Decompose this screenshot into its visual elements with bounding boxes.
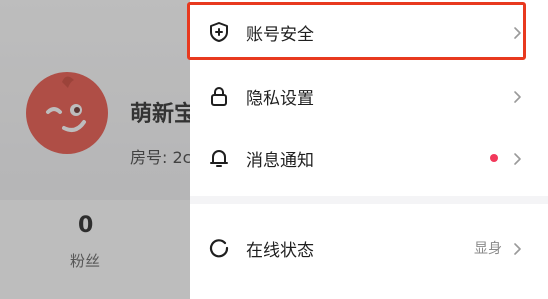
overlay-dim[interactable]: [0, 0, 190, 299]
menu-item-notifications[interactable]: 消息通知: [190, 134, 530, 182]
chevron-right-icon: [510, 241, 524, 255]
menu-item-online-status[interactable]: 在线状态 显身: [190, 224, 530, 272]
chevron-right-icon: [510, 25, 524, 39]
menu-item-label: 在线状态: [246, 240, 314, 261]
settings-drawer: 账号安全 隐私设置 消息通知 在线状态 显身: [190, 0, 548, 299]
shield-plus-icon: [208, 21, 230, 43]
unread-dot: [490, 154, 498, 162]
online-status-value: 显身: [474, 241, 502, 257]
menu-item-privacy-settings[interactable]: 隐私设置: [190, 72, 530, 120]
status-ring-icon: [208, 237, 230, 259]
menu-item-label: 消息通知: [246, 150, 314, 171]
chevron-right-icon: [510, 89, 524, 103]
menu-item-label: 隐私设置: [246, 88, 314, 109]
chevron-right-icon: [510, 151, 524, 165]
menu-item-label: 账号安全: [246, 24, 314, 45]
lock-icon: [208, 85, 230, 107]
bell-icon: [208, 147, 230, 169]
menu-item-account-security[interactable]: 账号安全: [190, 8, 530, 56]
section-divider: [190, 196, 548, 204]
